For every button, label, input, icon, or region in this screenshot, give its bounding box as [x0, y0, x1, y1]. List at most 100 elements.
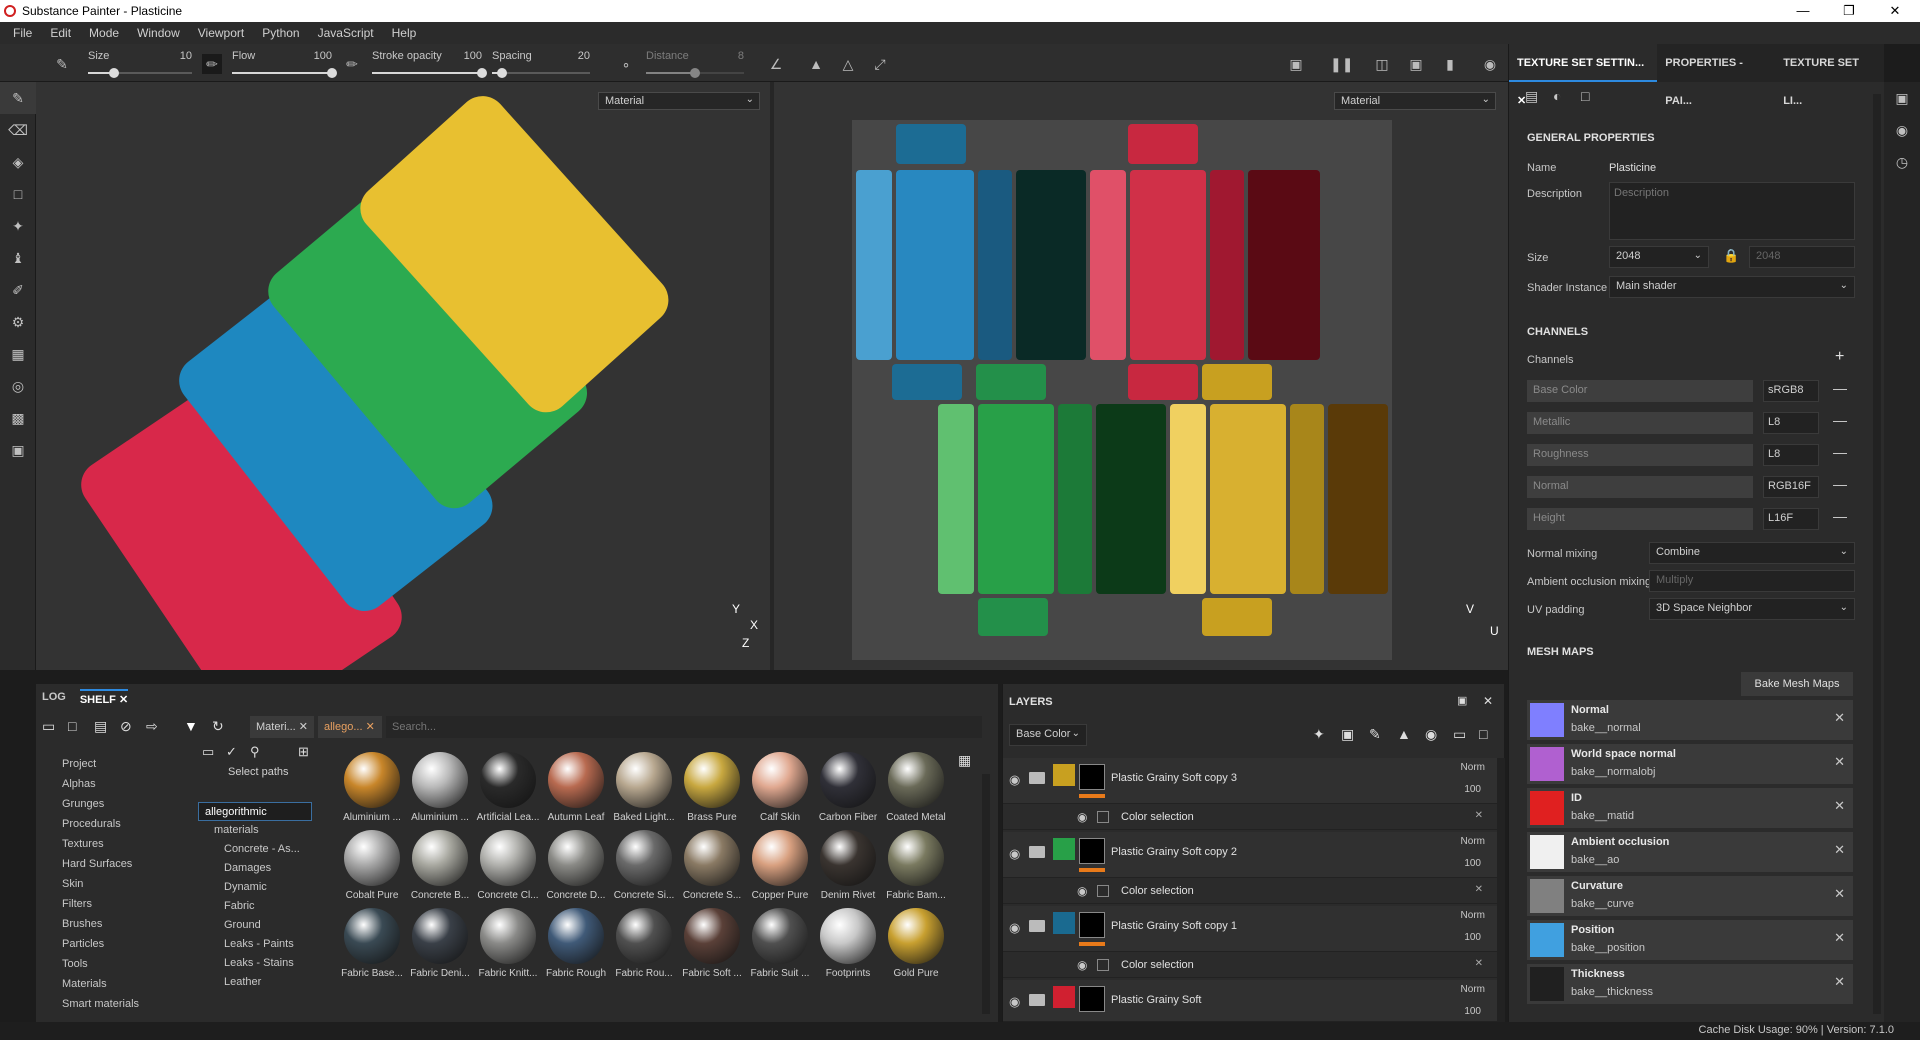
filter-chip-materials[interactable]: Materi... ✕: [250, 716, 314, 738]
channel-format-select[interactable]: RGB16F: [1763, 476, 1819, 498]
size-slider[interactable]: Size 10: [88, 48, 192, 78]
close-icon[interactable]: ✕: [1834, 930, 1845, 946]
import-icon[interactable]: ⇨: [146, 718, 158, 735]
slider-knob[interactable]: [109, 68, 119, 78]
paint-brush-icon[interactable]: ✎: [0, 82, 36, 114]
add-folder-icon[interactable]: ▭: [1453, 726, 1466, 743]
material-thumbnail[interactable]: Cobalt Pure: [338, 828, 406, 906]
effect-checkbox[interactable]: [1097, 811, 1109, 823]
tab-texture-set-list[interactable]: TEXTURE SET LI...: [1775, 44, 1884, 107]
shader-instance-select[interactable]: Main shader ⌄: [1609, 276, 1855, 298]
lock-icon[interactable]: 🔒: [1723, 248, 1739, 264]
close-icon[interactable]: ✕: [366, 721, 375, 733]
mesh-map-world-space-normal[interactable]: World space normal bake__normalobj ✕: [1527, 744, 1853, 784]
tree-item[interactable]: Leaks - Paints: [198, 935, 358, 954]
polygon-fill-icon[interactable]: □: [0, 178, 36, 210]
close-icon[interactable]: ✕: [1834, 842, 1845, 858]
category-item[interactable]: Skin: [56, 874, 186, 894]
viewport-2d[interactable]: Material ⌄ V U: [774, 82, 1508, 670]
remove-channel-icon[interactable]: —: [1833, 476, 1847, 492]
folder-icon[interactable]: ▭: [202, 744, 214, 760]
right-panel-scrollbar[interactable]: [1873, 94, 1881, 1014]
layers-scrollbar[interactable]: [1497, 758, 1505, 1022]
category-item[interactable]: Hard Surfaces: [56, 854, 186, 874]
menu-edit[interactable]: Edit: [41, 26, 80, 40]
channel-format-select[interactable]: L8: [1763, 444, 1819, 466]
shelf-scrollbar[interactable]: [982, 774, 990, 1014]
photoshop-icon[interactable]: ▩: [0, 402, 36, 434]
pen-pressure-icon[interactable]: ✏: [342, 54, 362, 74]
material-thumbnail[interactable]: Carbon Fiber: [814, 750, 882, 828]
menu-javascript[interactable]: JavaScript: [309, 26, 383, 40]
tree-item[interactable]: Leather: [198, 973, 358, 992]
category-item[interactable]: Textures: [56, 834, 186, 854]
brush-presets-icon[interactable]: ✎: [52, 54, 72, 74]
eye-icon[interactable]: ◉: [1009, 846, 1020, 862]
crop-icon[interactable]: □: [1581, 88, 1589, 104]
uv-texture-sheet[interactable]: [852, 120, 1392, 660]
close-icon[interactable]: ✕: [1475, 810, 1483, 821]
tab-log[interactable]: LOG: [42, 691, 66, 703]
slider-knob[interactable]: [327, 68, 337, 78]
category-item[interactable]: Particles: [56, 934, 186, 954]
stroke-opacity-slider[interactable]: Stroke opacity 100: [372, 48, 487, 78]
material-thumbnail[interactable]: Denim Rivet: [814, 828, 882, 906]
tree-item-root[interactable]: allegorithmic: [198, 802, 312, 821]
eye-icon[interactable]: ◉: [1077, 884, 1087, 898]
remove-channel-icon[interactable]: —: [1833, 508, 1847, 524]
refresh-icon[interactable]: ↻: [212, 718, 224, 735]
material-thumbnail[interactable]: Artificial Lea...: [474, 750, 542, 828]
float-icon[interactable]: ▣: [1457, 694, 1467, 707]
size-select[interactable]: 2048 ⌄: [1609, 246, 1709, 268]
layer-mask-thumbnail[interactable]: [1079, 764, 1105, 790]
category-item[interactable]: Smart materials: [56, 994, 186, 1014]
layer-row[interactable]: ◉ Plastic Grainy Soft Norm 100: [1003, 980, 1497, 1022]
iray-icon[interactable]: ▣: [0, 434, 36, 466]
layer-row[interactable]: ◉ Plastic Grainy Soft copy 1 Norm 100: [1003, 906, 1497, 952]
layer-opacity[interactable]: 100: [1464, 784, 1481, 795]
category-item[interactable]: Tools: [56, 954, 186, 974]
category-item[interactable]: Materials: [56, 974, 186, 994]
smudge-icon[interactable]: ✦: [0, 210, 36, 242]
save-icon[interactable]: ▤: [94, 718, 107, 735]
color-picker-icon[interactable]: ✐: [0, 274, 36, 306]
effect-checkbox[interactable]: [1097, 885, 1109, 897]
delete-icon[interactable]: □: [1479, 726, 1487, 742]
tab-shelf[interactable]: SHELF ✕: [79, 688, 129, 706]
mesh-map-thickness[interactable]: Thickness bake__thickness ✕: [1527, 964, 1853, 1004]
split-view-icon[interactable]: ◫: [1372, 54, 1392, 74]
layer-mask-thumbnail[interactable]: [1079, 986, 1105, 1012]
distance-slider[interactable]: Distance 8: [646, 48, 744, 78]
layer-row[interactable]: ◉ Plastic Grainy Soft copy 3 Norm 100: [1003, 758, 1497, 804]
maximize-icon[interactable]: ❐: [1826, 0, 1872, 22]
close-icon[interactable]: ✕: [1834, 754, 1845, 770]
texture-set-icon[interactable]: ▤: [1525, 88, 1538, 105]
close-icon[interactable]: ✕: [1834, 798, 1845, 814]
tree-item[interactable]: materials: [198, 821, 358, 840]
check-icon[interactable]: ✓: [226, 744, 237, 760]
mesh-map-id[interactable]: ID bake__matid ✕: [1527, 788, 1853, 828]
bake-icon[interactable]: ⚙: [0, 306, 36, 338]
minimize-icon[interactable]: —: [1780, 0, 1826, 22]
filter-chip-allegorithmic[interactable]: allego... ✕: [318, 716, 382, 738]
slider-knob[interactable]: [496, 68, 507, 78]
clone-stamp-icon[interactable]: ♝: [0, 242, 36, 274]
viewport-3d[interactable]: Material ⌄ Y X Z: [36, 82, 770, 670]
blend-mode-select[interactable]: Norm: [1461, 910, 1485, 921]
pen-pressure-icon[interactable]: ✏: [202, 54, 222, 74]
pause-icon[interactable]: ❚❚: [1330, 54, 1353, 74]
symmetry-icon[interactable]: ▲: [806, 54, 826, 74]
blend-mode-select[interactable]: Norm: [1461, 836, 1485, 847]
mesh-map-normal[interactable]: Normal bake__normal ✕: [1527, 700, 1853, 740]
camera-icon[interactable]: ▮: [1440, 54, 1460, 74]
material-thumbnail[interactable]: Concrete Si...: [610, 828, 678, 906]
category-item[interactable]: Brushes: [56, 914, 186, 934]
eye-icon[interactable]: ◉: [1009, 920, 1020, 936]
category-item[interactable]: Grunges: [56, 794, 186, 814]
shader-icon[interactable]: ◐: [1553, 88, 1561, 104]
close-icon[interactable]: ✕: [1483, 694, 1493, 708]
menu-viewport[interactable]: Viewport: [189, 26, 253, 40]
close-icon[interactable]: ✕: [119, 694, 128, 706]
layer-opacity[interactable]: 100: [1464, 858, 1481, 869]
material-thumbnail[interactable]: Baked Light...: [610, 750, 678, 828]
